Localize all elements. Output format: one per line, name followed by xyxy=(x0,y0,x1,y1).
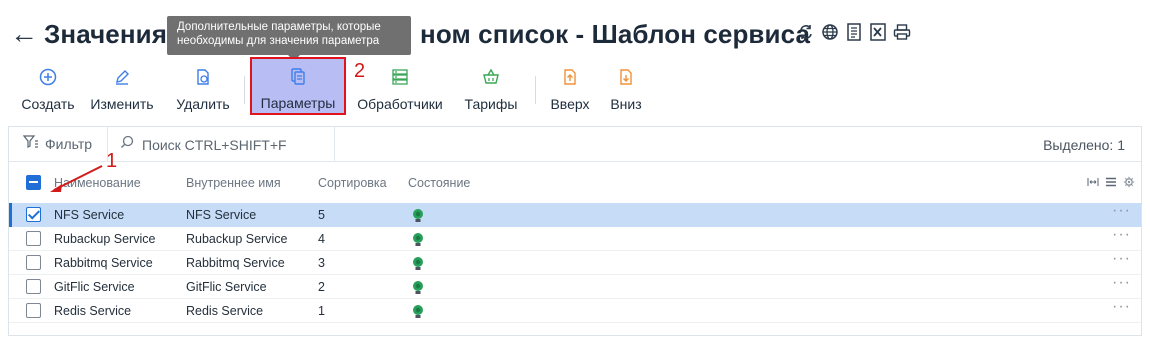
search-input[interactable] xyxy=(142,136,332,153)
move-up-label: Вверх xyxy=(550,96,590,112)
params-tooltip: Дополнительные параметры, которые необхо… xyxy=(167,16,411,55)
row-menu-icon[interactable]: ··· xyxy=(1112,251,1131,267)
row-menu-icon[interactable]: ··· xyxy=(1112,275,1131,291)
tooltip-line-2: необходимы для значения параметра xyxy=(177,35,380,47)
annotation-arrow-icon xyxy=(50,165,103,192)
cell-internal-name: Rabbitmq Service xyxy=(186,256,285,270)
header-tools xyxy=(1087,176,1135,188)
state-bulb-icon xyxy=(411,304,425,320)
delete-doc-icon xyxy=(193,64,213,90)
table-row[interactable]: NFS Service NFS Service 5 ··· xyxy=(9,203,1141,227)
row-menu-icon[interactable]: ··· xyxy=(1112,203,1131,219)
gear-icon[interactable] xyxy=(1123,176,1135,188)
table-row[interactable]: Redis Service Redis Service 1 ··· xyxy=(9,299,1141,323)
filter-button[interactable]: Фильтр xyxy=(22,135,93,152)
toolbar-separator xyxy=(244,76,245,104)
filter-bar: Фильтр Выделено: 1 xyxy=(9,127,1141,162)
table-body: NFS Service NFS Service 5 ··· Rubackup S… xyxy=(9,203,1141,323)
state-bulb-icon xyxy=(411,208,425,224)
params-button[interactable]: Параметры xyxy=(250,57,346,115)
cell-name: GitFlic Service xyxy=(54,280,135,294)
create-button[interactable]: Создать xyxy=(14,60,82,116)
cell-sort: 1 xyxy=(318,304,325,318)
row-checkbox[interactable] xyxy=(26,255,41,270)
header-actions xyxy=(797,22,911,42)
excel-icon[interactable] xyxy=(869,22,887,42)
cell-name: Rubackup Service xyxy=(54,232,156,246)
menu-icon[interactable] xyxy=(1105,176,1117,188)
delete-button[interactable]: Удалить xyxy=(168,60,238,116)
annotation-number-2: 2 xyxy=(354,60,366,82)
page-title-start: Значения xyxy=(44,18,168,49)
row-menu-icon[interactable]: ··· xyxy=(1112,299,1131,315)
move-up-button[interactable]: Вверх xyxy=(544,60,596,116)
cell-sort: 5 xyxy=(318,208,325,222)
state-bulb-icon xyxy=(411,232,425,248)
table-row[interactable]: Rabbitmq Service Rabbitmq Service 3 ··· xyxy=(9,251,1141,275)
back-arrow-icon[interactable]: ← xyxy=(10,20,44,48)
search-icon xyxy=(120,135,134,154)
handlers-button[interactable]: Обработчики xyxy=(354,60,446,116)
cell-name: Redis Service xyxy=(54,304,132,318)
toolbar-separator xyxy=(535,76,536,104)
table-row[interactable]: Rubackup Service Rubackup Service 4 ··· xyxy=(9,227,1141,251)
cell-internal-name: NFS Service xyxy=(186,208,257,222)
tooltip-line-1: Дополнительные параметры, которые xyxy=(177,21,381,33)
cell-sort: 2 xyxy=(318,280,325,294)
column-header-state[interactable]: Состояние xyxy=(408,171,470,195)
row-checkbox[interactable] xyxy=(26,207,41,222)
arrow-up-doc-icon xyxy=(560,64,580,90)
table-header: Наименование Внутреннее имя Сортировка С… xyxy=(9,171,1141,195)
column-width-icon[interactable] xyxy=(1087,176,1099,188)
edit-button[interactable]: Изменить xyxy=(86,60,158,116)
params-icon xyxy=(288,63,308,89)
state-bulb-icon xyxy=(411,256,425,272)
delete-label: Удалить xyxy=(176,96,230,112)
filter-label: Фильтр xyxy=(45,135,93,152)
state-bulb-icon xyxy=(411,280,425,296)
refresh-icon[interactable] xyxy=(797,22,815,42)
cell-internal-name: Rubackup Service xyxy=(186,232,288,246)
column-header-sort[interactable]: Сортировка xyxy=(318,171,387,195)
edit-label: Изменить xyxy=(90,96,154,112)
cell-name: NFS Service xyxy=(54,208,125,222)
row-checkbox[interactable] xyxy=(26,231,41,246)
cell-sort: 4 xyxy=(318,232,325,246)
filter-icon xyxy=(22,135,39,152)
row-checkbox[interactable] xyxy=(26,303,41,318)
cell-internal-name: GitFlic Service xyxy=(186,280,267,294)
handlers-label: Обработчики xyxy=(357,96,443,112)
selection-indicator xyxy=(9,203,12,227)
move-down-label: Вниз xyxy=(610,96,642,112)
print-icon[interactable] xyxy=(893,22,911,42)
table-row[interactable]: GitFlic Service GitFlic Service 2 ··· xyxy=(9,275,1141,299)
column-header-internal-name[interactable]: Внутреннее имя xyxy=(186,171,281,195)
cell-name: Rabbitmq Service xyxy=(54,256,153,270)
move-down-button[interactable]: Вниз xyxy=(604,60,648,116)
pencil-icon xyxy=(112,64,132,90)
page-title-end: ном список - Шаблон сервиса xyxy=(420,18,811,49)
document-list-icon[interactable] xyxy=(845,22,863,42)
params-label: Параметры xyxy=(260,95,336,111)
cell-sort: 3 xyxy=(318,256,325,270)
search-box[interactable] xyxy=(107,127,335,162)
create-label: Создать xyxy=(21,96,75,112)
tariffs-label: Тарифы xyxy=(464,96,518,112)
tariffs-button[interactable]: Тарифы xyxy=(460,60,522,116)
selected-count: Выделено: 1 xyxy=(1043,137,1125,153)
page-title: Значения ном список - Шаблон сервиса xyxy=(44,19,810,50)
basket-icon xyxy=(481,64,501,90)
plus-circle-icon xyxy=(38,64,58,90)
globe-icon[interactable] xyxy=(821,22,839,42)
row-menu-icon[interactable]: ··· xyxy=(1112,227,1131,243)
cell-internal-name: Redis Service xyxy=(186,304,264,318)
table-panel: Фильтр Выделено: 1 Наименование Внутренн… xyxy=(8,126,1142,336)
arrow-down-doc-icon xyxy=(616,64,636,90)
server-icon xyxy=(390,64,410,90)
row-checkbox[interactable] xyxy=(26,279,41,294)
select-all-checkbox[interactable] xyxy=(26,175,41,190)
